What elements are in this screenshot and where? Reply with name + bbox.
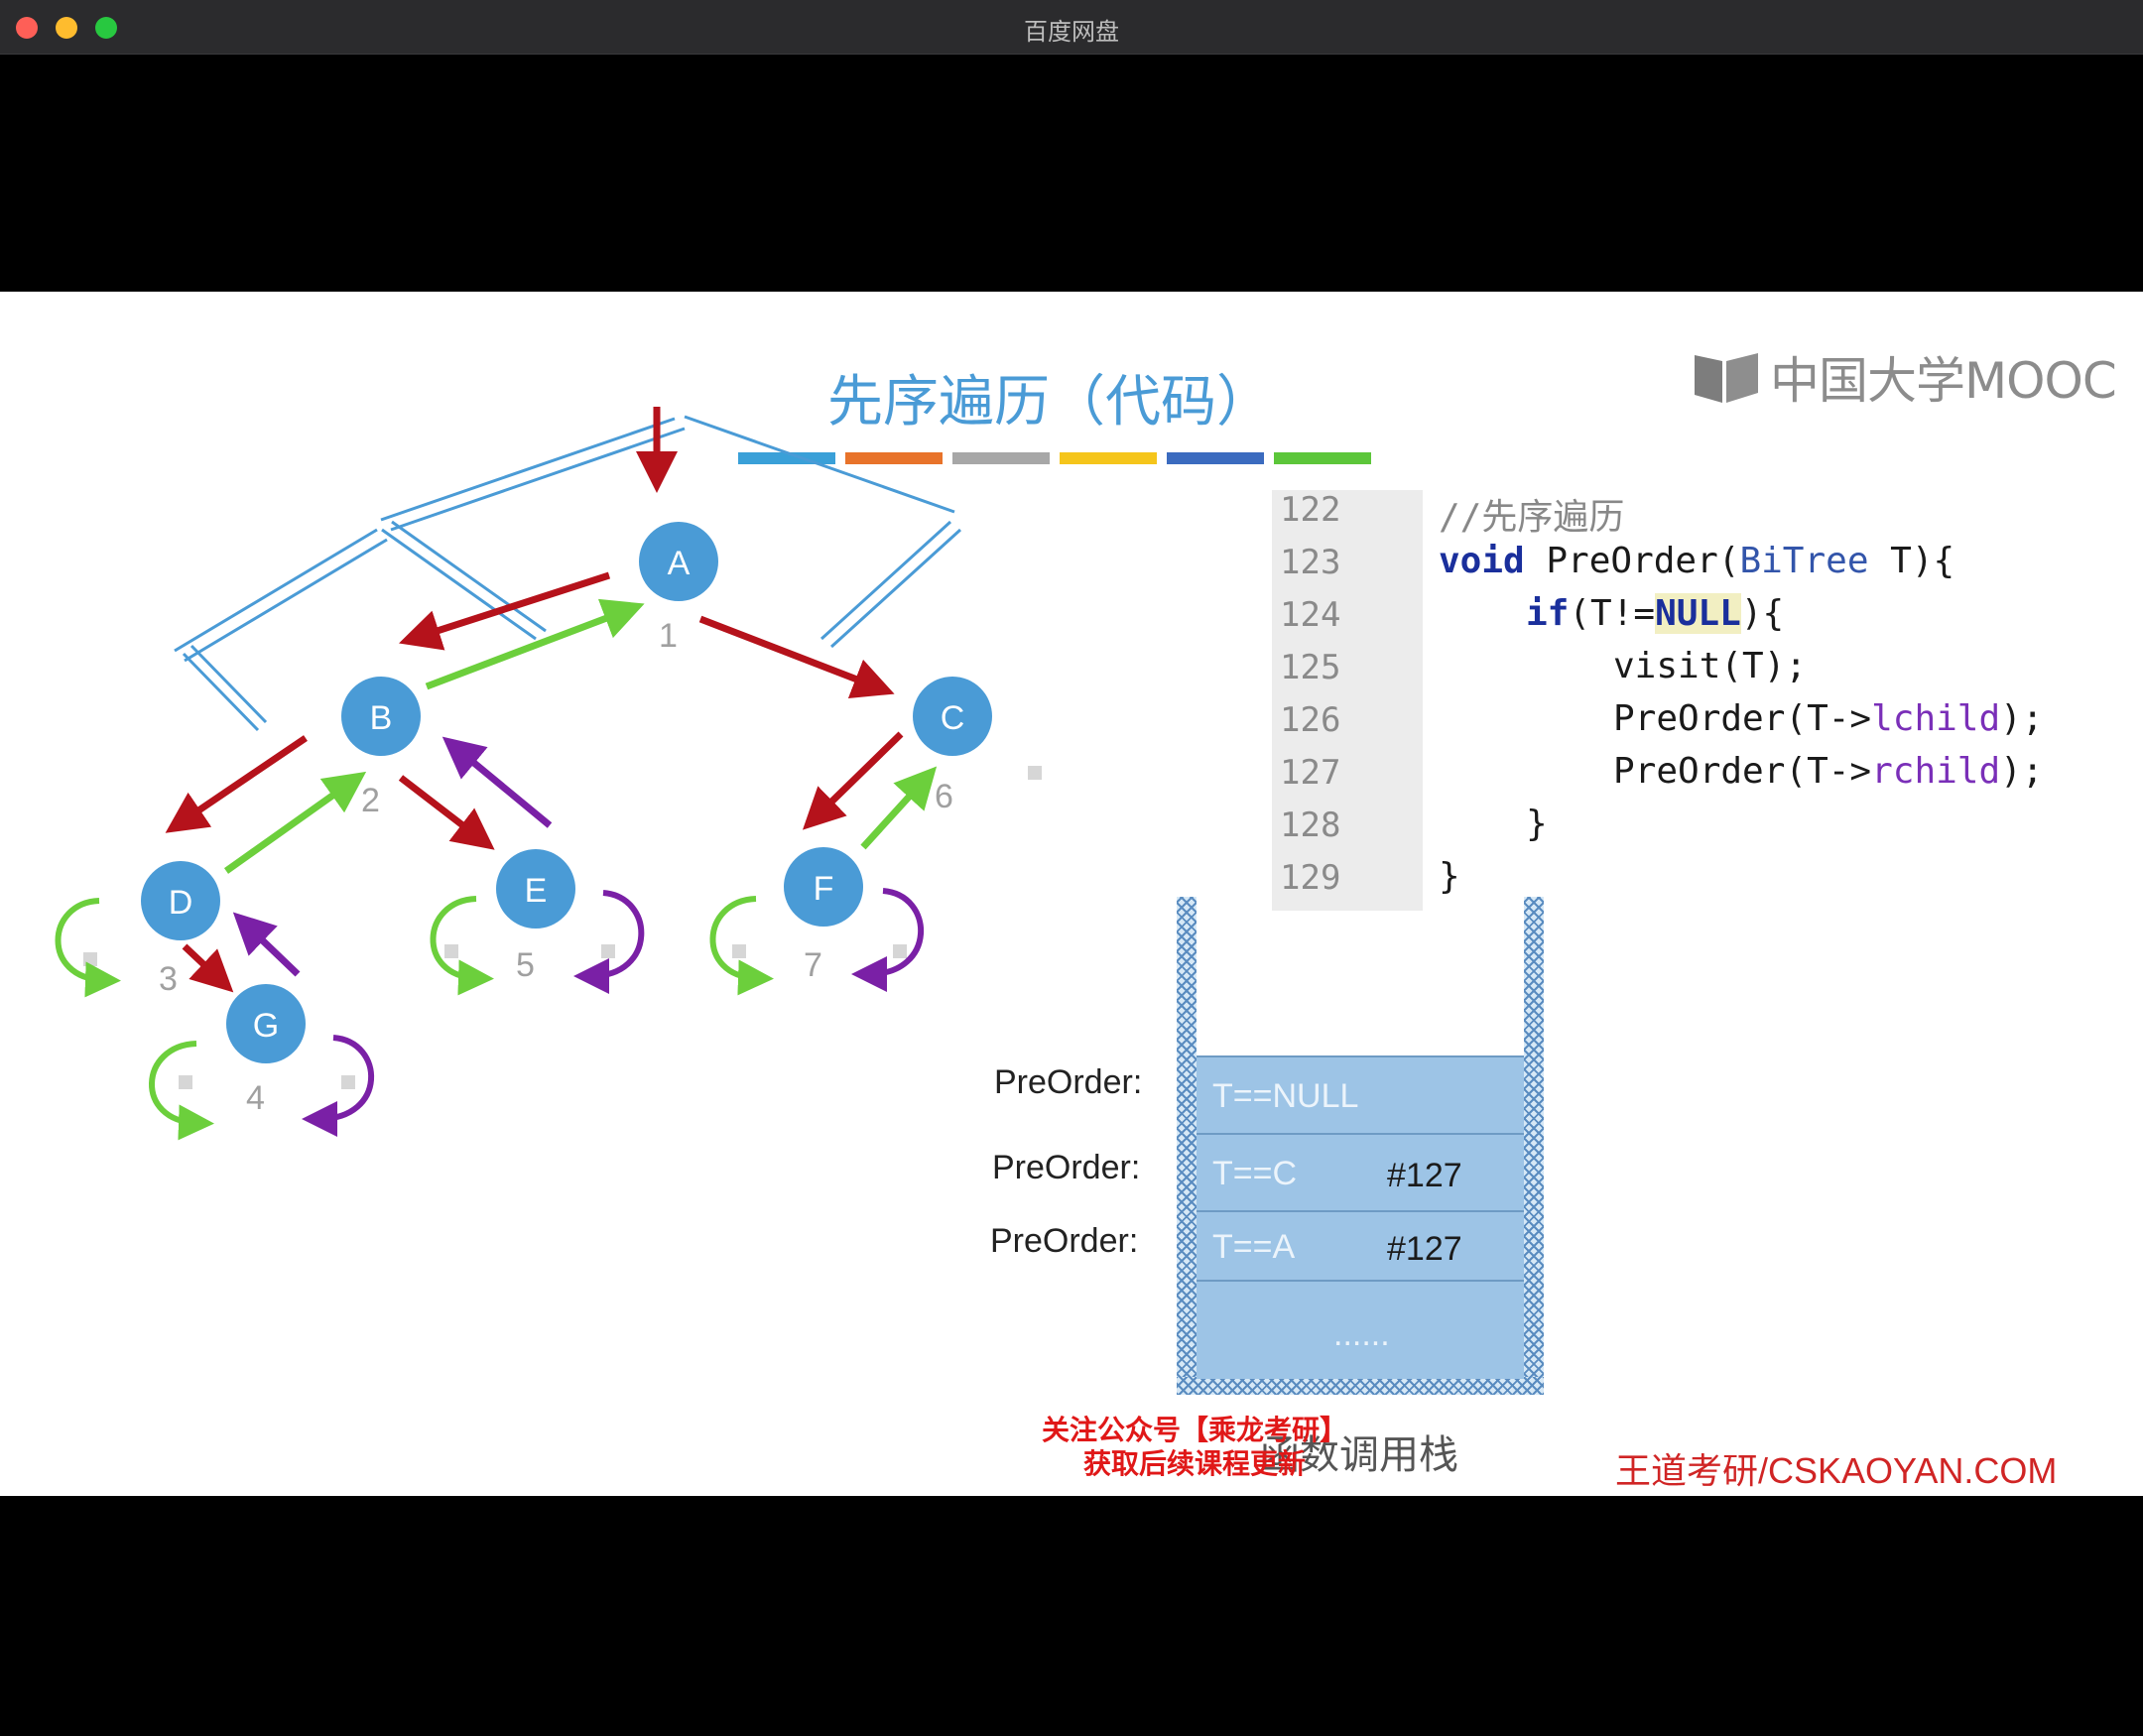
code-line-126: PreOrder(T->lchild); xyxy=(1613,698,2044,739)
line-number: 127 xyxy=(1280,753,1341,793)
mooc-logo-text: 中国大学MOOC xyxy=(1770,352,2117,410)
frame-label: PreOrder: xyxy=(994,1063,1143,1101)
stack-frame-bottom: ...... xyxy=(1197,1280,1524,1379)
promo-text-line2: 获取后续课程更新 xyxy=(1083,1447,1307,1480)
line-number: 129 xyxy=(1280,858,1341,898)
step-label: 6 xyxy=(935,778,953,815)
frame-ellipsis: ...... xyxy=(1333,1315,1390,1353)
window-titlebar: 百度网盘 xyxy=(0,0,2143,55)
code-line-123: void PreOrder(BiTree T){ xyxy=(1439,541,1954,581)
tree-node-g: G xyxy=(226,984,306,1063)
step-label: 1 xyxy=(659,617,678,655)
code-text: PreOrder( xyxy=(1524,541,1740,581)
frame-state: T==NULL xyxy=(1212,1077,1359,1115)
frame-state: T==C xyxy=(1212,1155,1298,1192)
frame-label: PreOrder: xyxy=(992,1149,1141,1186)
code-line-125: visit(T); xyxy=(1613,646,1808,686)
stack-wall-right xyxy=(1524,897,1544,1395)
code-field: rchild xyxy=(1871,751,2001,792)
code-comment: //先序遍历 xyxy=(1439,497,1625,538)
line-number: 123 xyxy=(1280,543,1341,582)
line-number: 124 xyxy=(1280,595,1341,635)
color-bar xyxy=(1274,452,1371,464)
line-number: 125 xyxy=(1280,648,1341,687)
mooc-logo: 中国大学MOOC xyxy=(1693,347,2117,410)
watermark: 王道考研/CSKAOYAN.COM xyxy=(1615,1450,2058,1491)
code-text: ); xyxy=(2000,698,2044,739)
color-bar xyxy=(1167,452,1264,464)
tree-node-c: C xyxy=(913,677,992,756)
code-text: ); xyxy=(2000,751,2044,792)
binary-tree-diagram: A B C D E F G 1 2 3 4 5 6 7 xyxy=(55,407,1042,1141)
step-label: 2 xyxy=(361,782,380,819)
tree-node-e: E xyxy=(496,849,575,929)
tree-node-f: F xyxy=(784,847,863,927)
window-title: 百度网盘 xyxy=(1024,18,1119,46)
line-number: 126 xyxy=(1280,700,1341,740)
stack-floor xyxy=(1177,1377,1544,1395)
stack-frame: T==C #127 xyxy=(1197,1133,1524,1212)
code-field: lchild xyxy=(1871,698,2001,739)
frame-return-address: #127 xyxy=(1387,1157,1462,1194)
code-line-128: } xyxy=(1526,804,1548,844)
color-bar xyxy=(1060,452,1157,464)
code-line-129: } xyxy=(1439,856,1460,897)
mooc-book-icon xyxy=(1695,353,1758,403)
node-label: G xyxy=(253,1007,279,1045)
step-label: 4 xyxy=(246,1079,265,1117)
line-number: 122 xyxy=(1280,490,1341,530)
code-text: T){ xyxy=(1868,541,1955,581)
tree-node-b: B xyxy=(341,677,421,756)
node-label: C xyxy=(941,699,965,737)
stack-frame: T==A #127 xyxy=(1197,1210,1524,1282)
line-number: 128 xyxy=(1280,806,1341,845)
frame-return-address: #127 xyxy=(1387,1230,1462,1268)
tree-node-d: D xyxy=(141,861,220,940)
code-text: (T!= xyxy=(1569,593,1656,634)
code-line-127: PreOrder(T->rchild); xyxy=(1613,751,2044,792)
node-label: E xyxy=(525,872,548,910)
tree-node-a: A xyxy=(639,522,718,601)
step-label: 5 xyxy=(516,946,535,984)
node-label: F xyxy=(814,870,834,908)
node-label: A xyxy=(668,545,691,582)
node-label: B xyxy=(370,699,393,737)
video-slide[interactable]: 先序遍历（代码） 中国大学MOOC A B C D E F G 1 2 3 4 … xyxy=(0,292,2143,1496)
node-label: D xyxy=(169,884,193,922)
stack-frame: T==NULL xyxy=(1197,1055,1524,1135)
code-keyword: void xyxy=(1439,541,1525,581)
code-type: BiTree xyxy=(1739,541,1869,581)
step-label: 3 xyxy=(159,960,178,998)
code-null: NULL xyxy=(1655,593,1741,634)
code-keyword: if xyxy=(1526,593,1570,634)
code-line-124: if(T!=NULL){ xyxy=(1526,593,1784,634)
code-text: PreOrder(T-> xyxy=(1613,751,1872,792)
code-text: ){ xyxy=(1740,593,1785,634)
frame-label: PreOrder: xyxy=(990,1222,1139,1260)
step-label: 7 xyxy=(804,946,822,984)
code-text: PreOrder(T-> xyxy=(1613,698,1872,739)
frame-state: T==A xyxy=(1212,1228,1296,1266)
stack-wall-left xyxy=(1177,897,1197,1395)
